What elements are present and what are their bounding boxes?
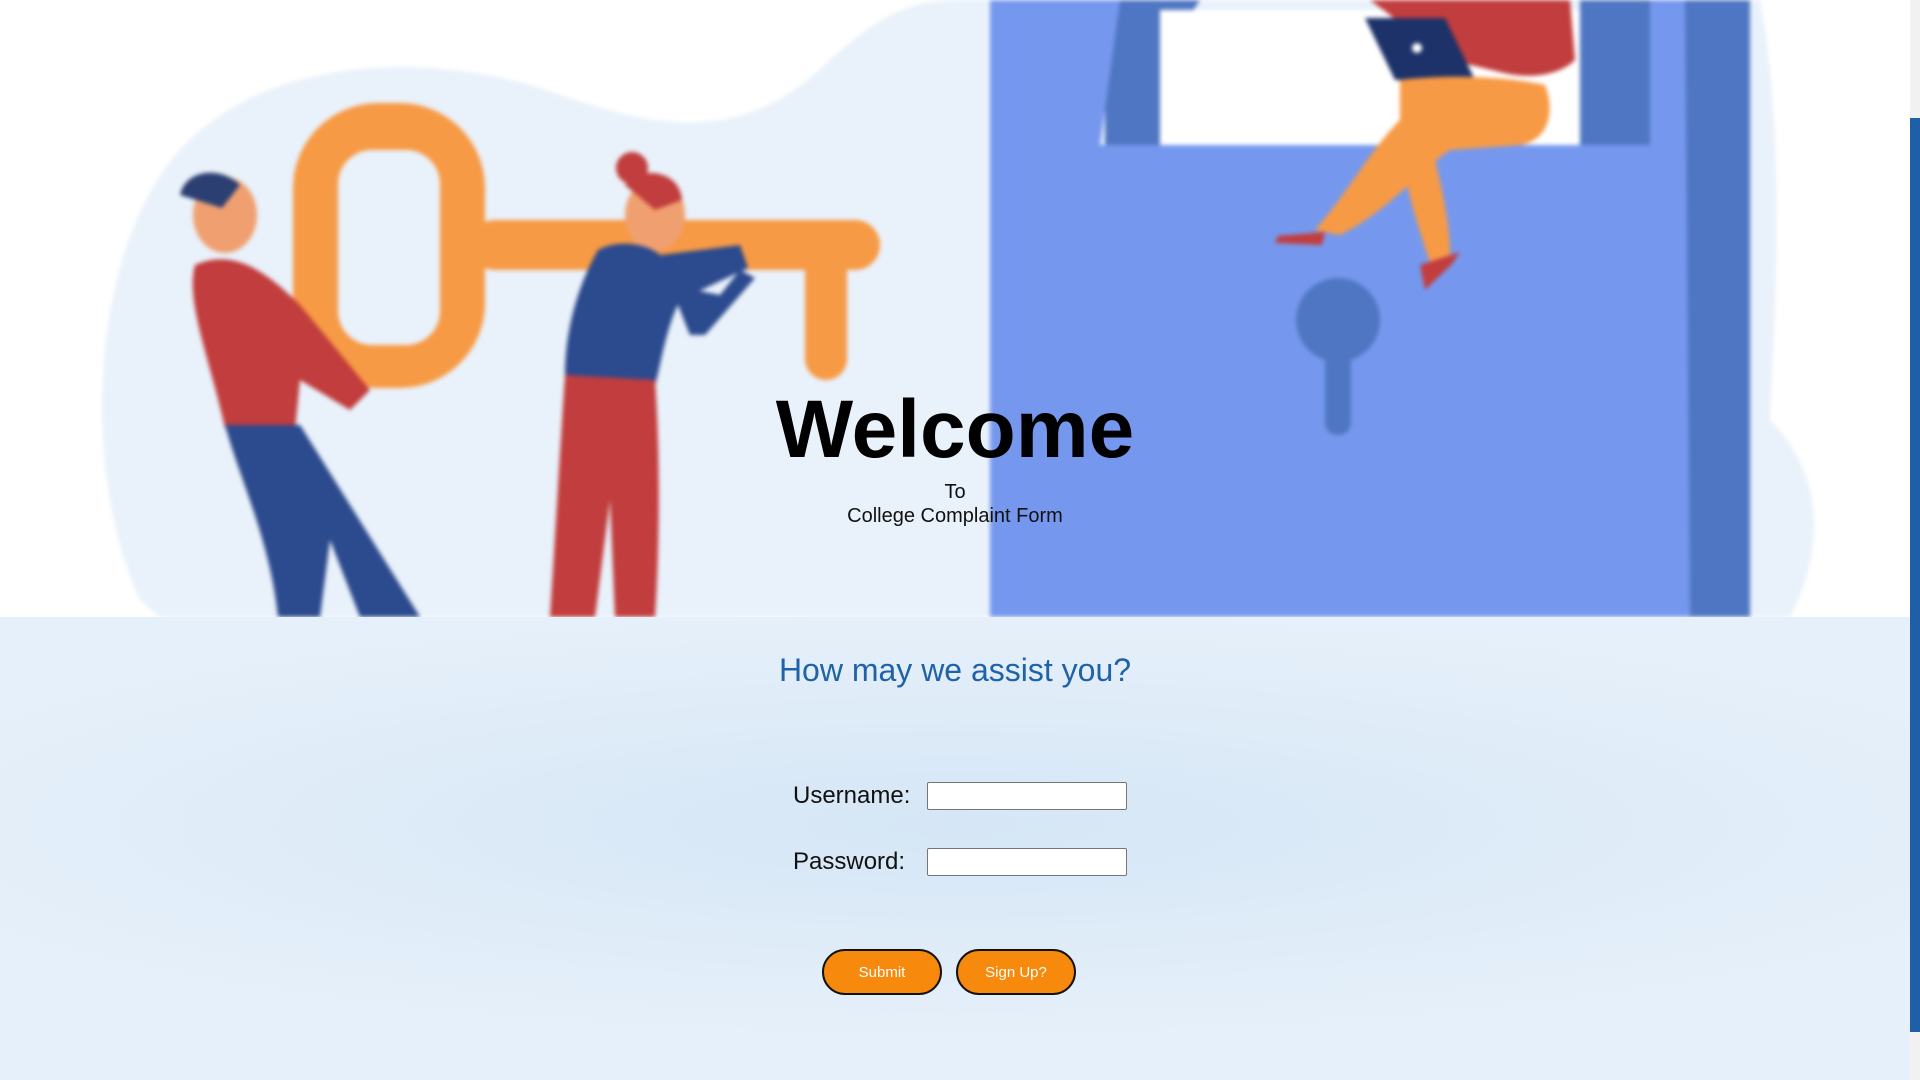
vertical-scrollbar[interactable]: [1910, 0, 1920, 1080]
login-section: How may we assist you? Username: Passwor…: [0, 617, 1910, 1080]
username-row: Username:: [793, 780, 1127, 812]
scrollbar-thumb[interactable]: [1910, 118, 1920, 1032]
password-row: Password:: [793, 846, 1127, 878]
page: Welcome To College Complaint Form How ma…: [0, 0, 1920, 1080]
password-input[interactable]: [927, 848, 1127, 876]
welcome-title: Welcome: [775, 384, 1135, 475]
assist-heading: How may we assist you?: [778, 652, 1132, 688]
welcome-to-text: To: [944, 481, 966, 503]
username-input[interactable]: [927, 782, 1127, 810]
username-label: Username:: [793, 782, 911, 809]
welcome-block: Welcome To College Complaint Form: [0, 380, 1910, 528]
password-label: Password:: [793, 848, 906, 875]
signup-button[interactable]: Sign Up?: [956, 949, 1076, 995]
submit-button[interactable]: Submit: [822, 949, 942, 995]
welcome-subtitle: College Complaint Form: [847, 505, 1063, 527]
hero-banner: Welcome To College Complaint Form: [0, 0, 1910, 617]
